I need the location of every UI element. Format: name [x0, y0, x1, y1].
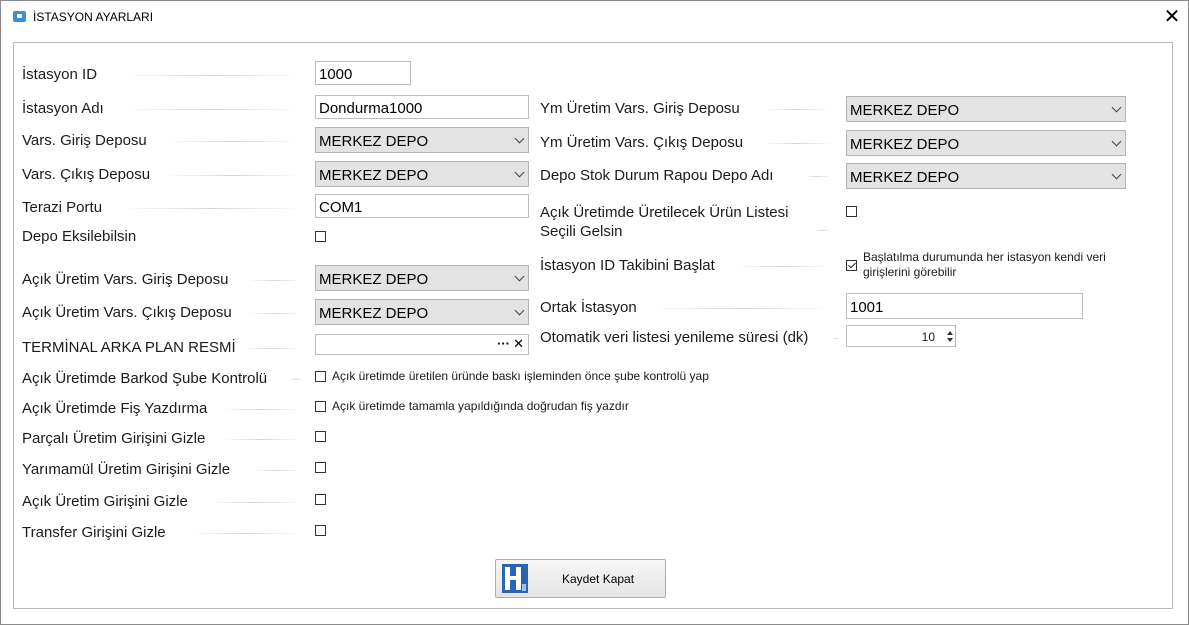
leader-line [125, 109, 300, 110]
select-value: MERKEZ DEPO [319, 133, 429, 150]
spin-up-icon[interactable] [947, 331, 953, 335]
urun-listesi-checkbox[interactable] [846, 206, 857, 217]
select-value: MERKEZ DEPO [319, 271, 429, 288]
ym-giris-label: Ym Üretim Vars. Giriş Deposu [540, 100, 740, 117]
vars-giris-select[interactable]: MERKEZ DEPO [315, 127, 529, 153]
terminal-resim-picker[interactable]: ··· ✕ [315, 334, 529, 355]
urun-listesi-label: Açık Üretimde Üretilecek Ürün Listesi Se… [540, 204, 789, 240]
vars-cikis-select[interactable]: MERKEZ DEPO [315, 161, 529, 187]
fis-checkbox-text: Açık üretimde tamamla yapıldığında doğru… [332, 399, 629, 413]
istasyon-id-input[interactable]: 1000 [315, 61, 411, 85]
title-bar: İSTASYON AYARLARI ✕ [1, 1, 1188, 33]
depo-eksi-label: Depo Eksilebilsin [22, 228, 137, 245]
select-value: MERKEZ DEPO [850, 102, 960, 119]
terminal-resim-label: TERMİNAL ARKA PLAN RESMİ [22, 339, 236, 356]
clear-icon[interactable]: ✕ [513, 336, 524, 352]
vars-cikis-label: Vars. Çıkış Deposu [22, 166, 151, 183]
parcali-checkbox[interactable] [315, 431, 326, 442]
leader-line [165, 141, 300, 142]
fis-label: Açık Üretimde Fiş Yazdırma [22, 400, 208, 417]
settings-panel [13, 42, 1173, 609]
yari-checkbox[interactable] [315, 462, 326, 473]
save-close-label: Kaydet Kapat [562, 572, 635, 586]
barkod-checkbox[interactable] [315, 371, 326, 382]
window-title: İSTASYON AYARLARI [33, 10, 154, 24]
save-close-button[interactable]: Kaydet Kapat [495, 559, 666, 598]
transfer-checkbox[interactable] [315, 525, 326, 536]
leader-line [735, 266, 830, 267]
chevron-down-icon [1111, 136, 1122, 147]
leader-line [225, 439, 300, 440]
leader-line [765, 143, 830, 144]
ym-giris-select[interactable]: MERKEZ DEPO [846, 96, 1126, 122]
yenileme-label: Otomatik veri listesi yenileme süresi (d… [540, 329, 809, 346]
istasyon-adi-label: İstasyon Adı [22, 100, 104, 117]
save-icon [502, 564, 528, 593]
spinner-value: 10 [921, 330, 935, 344]
barkod-label: Açık Üretimde Barkod Şube Kontrolü [22, 370, 268, 387]
istasyon-adi-input[interactable]: Dondurma1000 [315, 95, 529, 119]
leader-line [250, 280, 300, 281]
vars-giris-label: Vars. Giriş Deposu [22, 132, 147, 149]
leader-line [250, 313, 300, 314]
ym-cikis-select[interactable]: MERKEZ DEPO [846, 130, 1126, 156]
rapor-select[interactable]: MERKEZ DEPO [846, 163, 1126, 189]
leader-line [165, 175, 300, 176]
leader-line [832, 338, 840, 339]
depo-eksi-checkbox[interactable] [315, 231, 326, 242]
leader-line [805, 176, 830, 177]
leader-line [190, 533, 300, 534]
chevron-down-icon [514, 305, 525, 316]
leader-line [765, 109, 830, 110]
select-value: MERKEZ DEPO [850, 136, 960, 153]
fis-checkbox[interactable] [315, 401, 326, 412]
ortak-label: Ortak İstasyon [540, 299, 637, 316]
takip-note: Başlatılma durumunda her istasyon kendi … [863, 250, 1106, 279]
browse-icon[interactable]: ··· [497, 336, 510, 351]
istasyon-id-label: İstasyon ID [22, 66, 98, 83]
chevron-down-icon [1111, 169, 1122, 180]
acik-gizle-label: Açık Üretim Girişini Gizle [22, 493, 188, 510]
select-value: MERKEZ DEPO [850, 169, 960, 186]
chevron-down-icon [514, 271, 525, 282]
leader-line [655, 308, 830, 309]
leader-line [125, 75, 300, 76]
leader-line [225, 409, 300, 410]
app-icon [13, 11, 26, 22]
parcali-label: Parçalı Üretim Girişini Gizle [22, 430, 206, 447]
rapor-label: Depo Stok Durum Rapou Depo Adı [540, 167, 774, 184]
acik-giris-label: Açık Üretim Vars. Giriş Deposu [22, 271, 229, 288]
yari-label: Yarımamül Üretim Girişini Gizle [22, 461, 231, 478]
acik-cikis-select[interactable]: MERKEZ DEPO [315, 299, 529, 325]
spin-down-icon[interactable] [947, 338, 953, 342]
acik-giris-select[interactable]: MERKEZ DEPO [315, 265, 529, 291]
yenileme-spinner[interactable]: 10 [846, 325, 956, 347]
ortak-input[interactable]: 1001 [846, 293, 1083, 319]
leader-line [125, 208, 300, 209]
select-value: MERKEZ DEPO [319, 167, 429, 184]
acik-gizle-checkbox[interactable] [315, 494, 326, 505]
terazi-label: Terazi Portu [22, 199, 103, 216]
chevron-down-icon [514, 167, 525, 178]
select-value: MERKEZ DEPO [319, 305, 429, 322]
leader-line [815, 230, 830, 231]
takip-label: İstasyon ID Takibini Başlat [540, 257, 715, 274]
takip-checkbox[interactable] [846, 260, 857, 271]
leader-line [245, 348, 300, 349]
terazi-input[interactable]: COM1 [315, 194, 529, 218]
leader-line [290, 379, 302, 380]
barkod-checkbox-text: Açık üretimde üretilen üründe baskı işle… [332, 369, 709, 383]
leader-line [210, 502, 300, 503]
close-icon[interactable]: ✕ [1156, 1, 1188, 33]
leader-line [255, 470, 300, 471]
chevron-down-icon [1111, 102, 1122, 113]
transfer-label: Transfer Girişini Gizle [22, 524, 166, 541]
chevron-down-icon [514, 133, 525, 144]
ym-cikis-label: Ym Üretim Vars. Çıkış Deposu [540, 134, 744, 151]
acik-cikis-label: Açık Üretim Vars. Çıkış Deposu [22, 304, 232, 321]
